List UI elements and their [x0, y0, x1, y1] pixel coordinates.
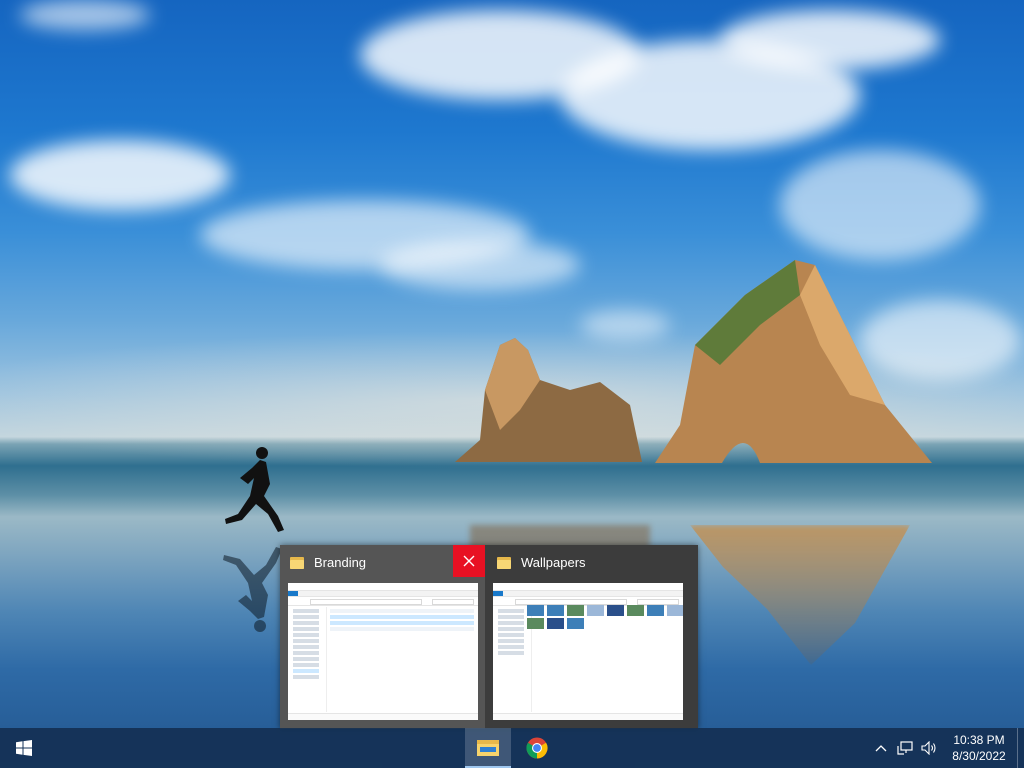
thumbnail-title: Wallpapers — [497, 553, 586, 573]
small-rock — [455, 338, 642, 462]
window-preview-wallpapers — [493, 583, 683, 720]
file-explorer-icon — [477, 740, 499, 756]
thumbnail-title: Branding — [290, 553, 366, 573]
network-button[interactable] — [893, 728, 917, 768]
thumbnail-title-text: Branding — [314, 555, 367, 570]
show-hidden-icons-button[interactable] — [869, 728, 893, 768]
cloud — [20, 0, 150, 30]
start-button[interactable] — [0, 728, 48, 768]
close-icon — [463, 555, 475, 567]
system-tray: 10:38 PM 8/30/2022 — [869, 728, 1024, 768]
network-icon — [897, 741, 913, 755]
arch-rock — [655, 260, 932, 463]
runner-reflection — [223, 547, 282, 632]
thumbnail-branding[interactable]: Branding — [280, 545, 485, 729]
thumbnail-wallpapers[interactable]: Wallpapers — [487, 545, 692, 729]
volume-icon — [921, 741, 936, 755]
windows-logo-icon — [16, 740, 32, 756]
cloud — [780, 150, 980, 260]
runner-silhouette — [225, 447, 284, 532]
clock-time: 10:38 PM — [953, 733, 1005, 747]
taskbar-chrome[interactable] — [514, 728, 560, 768]
chrome-icon — [526, 737, 548, 759]
taskbar: 10:38 PM 8/30/2022 — [0, 728, 1024, 768]
thumbnail-title-text: Wallpapers — [521, 555, 586, 570]
close-window-button[interactable] — [453, 545, 485, 577]
taskbar-thumbnail-preview: Branding Wallpapers — [280, 545, 698, 729]
rock-reflection — [690, 525, 910, 665]
volume-button[interactable] — [917, 728, 941, 768]
window-preview-branding — [288, 583, 478, 720]
folder-icon — [497, 557, 511, 569]
cloud — [10, 140, 230, 210]
clock-date: 8/30/2022 — [952, 749, 1006, 763]
clock[interactable]: 10:38 PM 8/30/2022 — [941, 732, 1017, 764]
chevron-up-icon — [875, 745, 887, 752]
taskbar-file-explorer[interactable] — [465, 728, 511, 768]
show-desktop-button[interactable] — [1017, 728, 1024, 768]
cloud — [380, 240, 580, 290]
folder-icon — [290, 557, 304, 569]
cloud — [720, 10, 940, 70]
